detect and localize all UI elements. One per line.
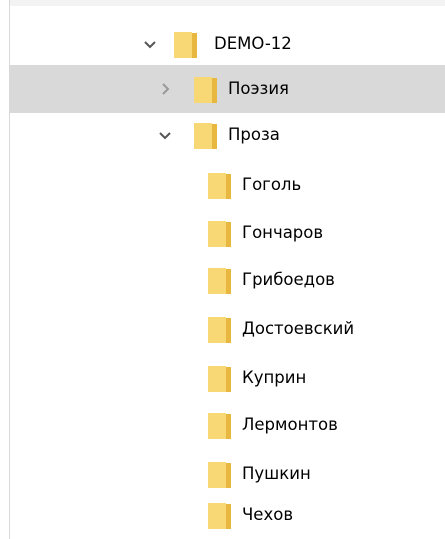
tree-item-label: Куприн <box>242 368 307 387</box>
tree-item-label: Гоголь <box>242 175 302 194</box>
folder-icon <box>174 32 197 58</box>
navigation-pane: DEMO-12 Поэзия Проза Гоголь Гончаров Гри… <box>0 0 445 539</box>
tree-item-label: Чехов <box>242 505 294 524</box>
tree-item-label: Лермонтов <box>242 415 338 434</box>
folder-icon <box>208 366 231 392</box>
tree-item-label: DEMO-12 <box>214 34 292 53</box>
tree-item-label: Пушкин <box>242 464 311 483</box>
folder-icon <box>208 413 231 439</box>
tree-item-kuprin[interactable]: Куприн <box>10 354 445 402</box>
folder-icon <box>208 503 231 529</box>
tree-item-label: Достоевский <box>242 319 355 338</box>
folder-icon <box>194 123 217 149</box>
tree-item-chekhov[interactable]: Чехов <box>10 491 445 539</box>
tree-item-lermontov[interactable]: Лермонтов <box>10 401 445 449</box>
tree-item-label: Гончаров <box>242 223 324 242</box>
folder-icon <box>208 317 231 343</box>
tree-item-gogol[interactable]: Гоголь <box>10 161 445 209</box>
tree-item-label: Проза <box>228 125 280 144</box>
folder-icon <box>208 268 231 294</box>
folder-icon <box>208 221 231 247</box>
tree-item-label: Поэзия <box>228 79 289 98</box>
tree-item-griboedov[interactable]: Грибоедов <box>10 256 445 304</box>
chevron-down-icon[interactable] <box>153 123 177 147</box>
folder-icon <box>208 173 231 199</box>
tree-item-demo-12[interactable]: DEMO-12 <box>10 20 445 68</box>
tree-item-goncharov[interactable]: Гончаров <box>10 209 445 257</box>
tree-item-poetry[interactable]: Поэзия <box>10 65 445 113</box>
chevron-right-icon[interactable] <box>153 77 177 101</box>
folder-icon <box>208 462 231 488</box>
tree-item-dostoevsky[interactable]: Достоевский <box>10 305 445 353</box>
folder-icon <box>194 77 217 103</box>
header-strip <box>10 0 445 6</box>
chevron-down-icon[interactable] <box>138 32 162 56</box>
tree-item-label: Грибоедов <box>242 270 335 289</box>
tree-item-prose[interactable]: Проза <box>10 111 445 159</box>
